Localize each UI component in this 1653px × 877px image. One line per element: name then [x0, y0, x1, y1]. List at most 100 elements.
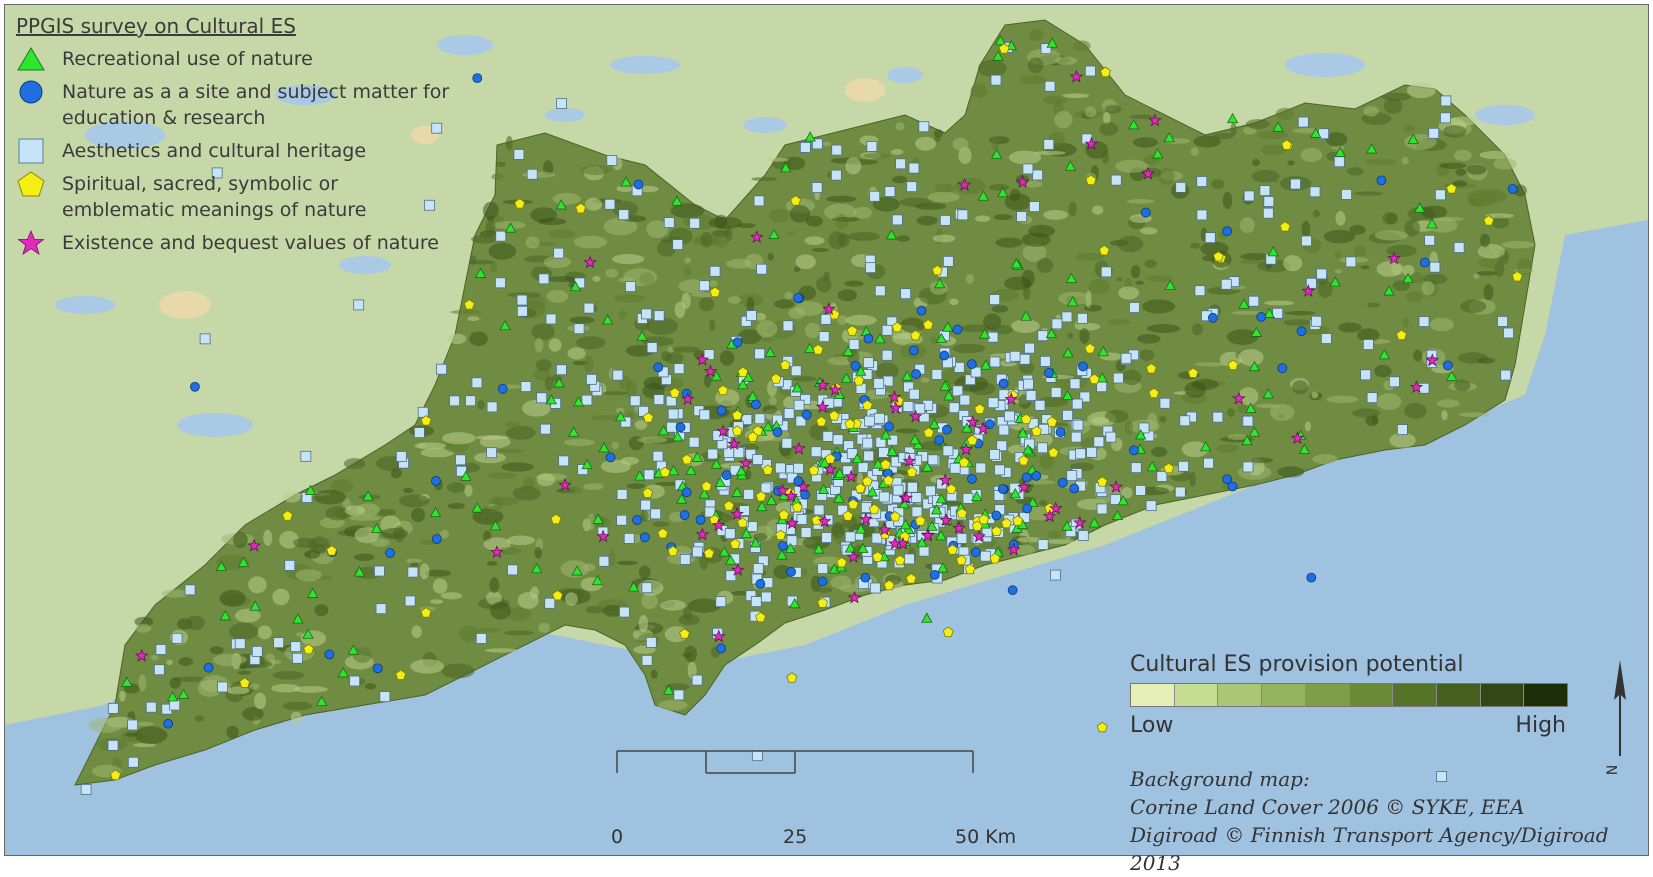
survey-point-square[interactable]: [641, 654, 653, 666]
survey-point-square[interactable]: [673, 363, 685, 375]
survey-point-square[interactable]: [1242, 415, 1254, 427]
survey-point-circle[interactable]: [1256, 312, 1267, 322]
survey-point-square[interactable]: [774, 462, 786, 474]
survey-point-circle[interactable]: [203, 662, 214, 673]
survey-point-square[interactable]: [756, 263, 768, 275]
survey-point-circle[interactable]: [1069, 483, 1080, 494]
survey-point-square[interactable]: [1096, 503, 1108, 515]
survey-point-circle[interactable]: [911, 369, 921, 379]
survey-point-circle[interactable]: [1296, 326, 1307, 337]
survey-point-square[interactable]: [641, 308, 652, 320]
survey-point-square[interactable]: [471, 377, 483, 389]
survey-point-square[interactable]: [724, 528, 736, 540]
survey-point-circle[interactable]: [1207, 312, 1218, 323]
survey-point-circle[interactable]: [716, 643, 727, 654]
survey-point-square[interactable]: [516, 294, 528, 306]
survey-point-circle[interactable]: [800, 489, 811, 500]
survey-point-square[interactable]: [486, 401, 498, 413]
survey-point-square[interactable]: [153, 664, 165, 676]
survey-point-square[interactable]: [1259, 185, 1271, 196]
survey-point-circle[interactable]: [751, 399, 761, 410]
survey-point-square[interactable]: [555, 364, 567, 376]
survey-point-square[interactable]: [821, 532, 833, 543]
survey-point-square[interactable]: [1110, 174, 1122, 186]
survey-point-square[interactable]: [645, 637, 657, 648]
survey-point-square[interactable]: [939, 214, 951, 226]
survey-point-square[interactable]: [616, 514, 628, 526]
survey-point-square[interactable]: [781, 437, 793, 449]
survey-point-square[interactable]: [273, 637, 285, 649]
survey-point-square[interactable]: [107, 739, 119, 751]
survey-point-square[interactable]: [952, 385, 964, 397]
survey-point-circle[interactable]: [755, 579, 766, 589]
survey-point-square[interactable]: [1062, 409, 1073, 421]
survey-point-square[interactable]: [942, 255, 954, 267]
survey-point-circle[interactable]: [908, 345, 919, 356]
survey-point-square[interactable]: [790, 365, 802, 377]
survey-point-square[interactable]: [1309, 186, 1321, 198]
survey-point-square[interactable]: [251, 645, 263, 657]
survey-point-square[interactable]: [878, 447, 890, 458]
survey-point-square[interactable]: [760, 482, 772, 494]
survey-point-square[interactable]: [1345, 256, 1357, 268]
survey-point-circle[interactable]: [967, 474, 977, 484]
survey-point-circle[interactable]: [801, 409, 812, 420]
survey-point-square[interactable]: [1037, 330, 1049, 342]
survey-point-square[interactable]: [641, 582, 653, 594]
survey-point-square[interactable]: [145, 701, 157, 713]
survey-point-square[interactable]: [379, 691, 391, 703]
survey-point-square[interactable]: [906, 181, 918, 193]
survey-point-square[interactable]: [900, 288, 911, 300]
survey-point-circle[interactable]: [372, 663, 383, 674]
survey-point-square[interactable]: [558, 455, 570, 467]
survey-point-square[interactable]: [881, 349, 893, 361]
survey-point-circle[interactable]: [1140, 207, 1151, 218]
survey-point-circle[interactable]: [860, 572, 871, 583]
survey-point-circle[interactable]: [716, 405, 727, 416]
survey-point-circle[interactable]: [695, 514, 706, 525]
survey-point-square[interactable]: [989, 294, 1001, 305]
survey-point-square[interactable]: [1311, 315, 1322, 327]
survey-point-square[interactable]: [1220, 278, 1232, 290]
survey-point-circle[interactable]: [970, 547, 981, 558]
survey-point-square[interactable]: [918, 121, 930, 133]
survey-point-square[interactable]: [783, 408, 795, 419]
survey-point-square[interactable]: [1050, 387, 1062, 398]
survey-point-circle[interactable]: [1306, 572, 1317, 583]
survey-point-square[interactable]: [1366, 392, 1378, 404]
survey-point-square[interactable]: [1112, 372, 1124, 384]
survey-point-square[interactable]: [793, 399, 805, 411]
survey-point-square[interactable]: [1070, 431, 1082, 443]
survey-point-square[interactable]: [1497, 316, 1508, 327]
survey-point-square[interactable]: [1037, 442, 1048, 454]
survey-point-square[interactable]: [874, 285, 886, 297]
survey-point-square[interactable]: [1341, 189, 1352, 200]
survey-point-square[interactable]: [990, 74, 1002, 86]
survey-point-square[interactable]: [404, 595, 416, 607]
survey-point-square[interactable]: [1418, 316, 1430, 327]
survey-point-square[interactable]: [1263, 196, 1275, 207]
survey-point-square[interactable]: [862, 437, 874, 449]
survey-point-square[interactable]: [760, 591, 772, 603]
survey-point-square[interactable]: [975, 462, 987, 474]
survey-point-square[interactable]: [623, 533, 635, 544]
survey-point-square[interactable]: [290, 641, 302, 653]
survey-point-circle[interactable]: [1222, 474, 1233, 485]
survey-point-square[interactable]: [1179, 415, 1191, 427]
survey-point-square[interactable]: [793, 462, 804, 474]
survey-point-square[interactable]: [1429, 261, 1441, 273]
survey-point-square[interactable]: [707, 448, 719, 460]
survey-point-square[interactable]: [817, 563, 829, 574]
survey-point-square[interactable]: [709, 265, 721, 277]
survey-point-square[interactable]: [653, 394, 665, 406]
survey-point-circle[interactable]: [850, 360, 861, 371]
survey-point-square[interactable]: [1066, 470, 1078, 482]
survey-point-square[interactable]: [553, 247, 565, 259]
survey-point-square[interactable]: [604, 198, 616, 210]
survey-point-square[interactable]: [931, 369, 943, 380]
survey-point-circle[interactable]: [772, 427, 783, 438]
survey-point-square[interactable]: [1428, 127, 1440, 139]
survey-point-square[interactable]: [1077, 312, 1088, 324]
survey-point-square[interactable]: [640, 499, 652, 511]
survey-point-square[interactable]: [217, 681, 228, 693]
